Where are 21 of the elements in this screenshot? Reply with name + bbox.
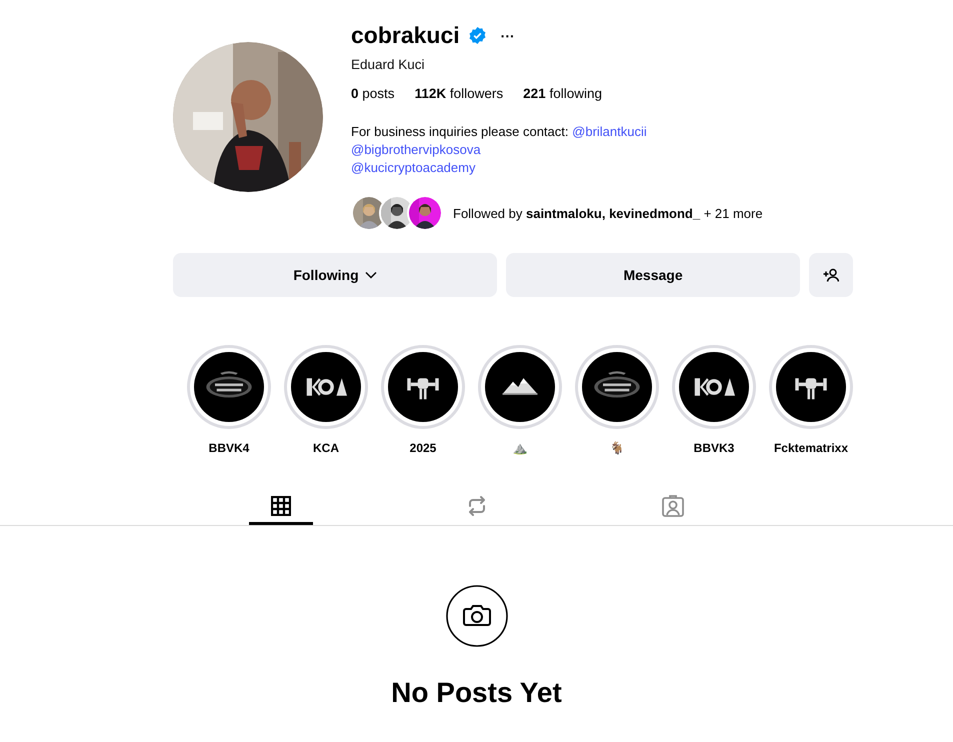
followed-by-text[interactable]: Followed by saintmaloku, kevinedmond_ + 21 more: [453, 206, 763, 220]
stat-text[interactable]: 221 following: [523, 86, 602, 101]
stat-text[interactable]: 0 posts: [351, 86, 395, 101]
add-person-icon: [823, 268, 840, 282]
profile-link[interactable]: @bigbrothervipkosova: [351, 141, 481, 159]
username: cobrakuci: [351, 22, 460, 49]
camera-icon: [446, 585, 508, 647]
following-button[interactable]: Following: [173, 253, 497, 297]
profile-link[interactable]: @kucicryptoacademy: [351, 159, 476, 177]
bio-text: For business inquiries please contact: @brilantkucii: [351, 123, 647, 141]
grid-icon: [270, 496, 290, 516]
message-button[interactable]: Message: [506, 253, 800, 297]
chevron-down-icon: [364, 271, 377, 279]
full-name: Eduard Kuci: [351, 57, 426, 72]
more-options-button[interactable]: ···: [500, 28, 515, 44]
repost-icon: [466, 495, 486, 517]
add-person-button[interactable]: [809, 253, 853, 297]
stat-text[interactable]: 112K followers: [414, 86, 504, 101]
profile-link[interactable]: @brilantkucii: [572, 124, 647, 139]
empty-state-title: No Posts Yet: [391, 677, 562, 709]
tagged-icon: [662, 495, 684, 517]
